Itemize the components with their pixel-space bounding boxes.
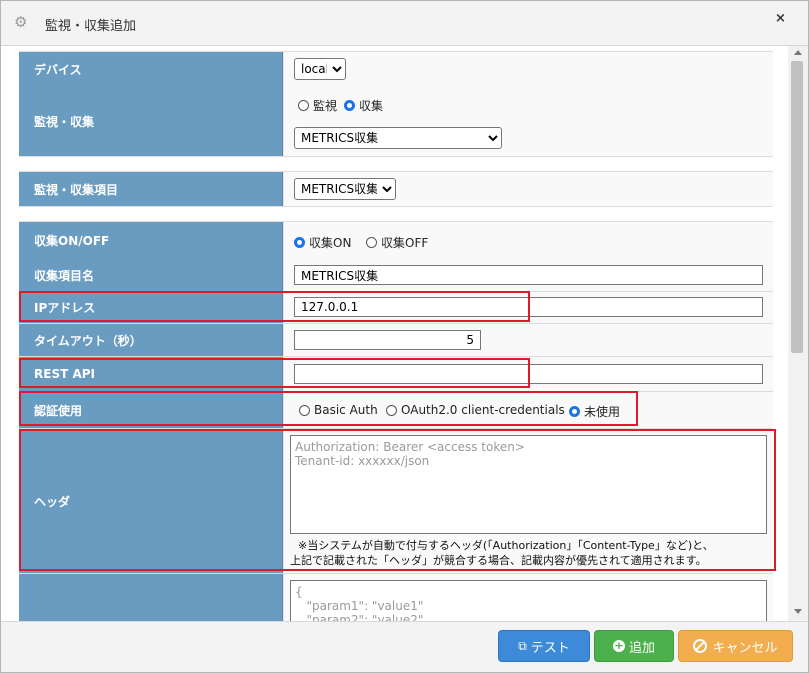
scrollbar-thumb[interactable]: [791, 61, 803, 353]
radio-no-auth-dot[interactable]: [569, 406, 580, 417]
radio-no-auth[interactable]: 未使用: [569, 403, 620, 420]
item-name-row: 収集項目名: [19, 259, 773, 292]
device-row: デバイス local: [19, 51, 773, 87]
ip-address-label: IPアドレス: [19, 292, 283, 323]
header-note-line2: 上記で記載された「ヘッダ」が競合する場合、記載内容が優先されて適用されます。: [290, 554, 707, 567]
ip-address-input[interactable]: [294, 297, 763, 317]
item-name-label: 収集項目名: [19, 259, 283, 291]
header-note-line1: ※当システムが自動で付与するヘッダ(「Authorization」「Conten…: [298, 539, 714, 552]
plus-circle-icon: +: [612, 639, 625, 652]
collect-type-select[interactable]: METRICS収集: [294, 127, 502, 149]
close-icon[interactable]: ×: [775, 11, 786, 26]
monitor-item-select[interactable]: METRICS収集: [294, 178, 396, 200]
radio-monitor-dot[interactable]: [298, 100, 309, 111]
device-select[interactable]: local: [294, 58, 346, 80]
radio-collect-on[interactable]: 収集ON: [294, 234, 351, 251]
scroll-down-icon[interactable]: [794, 609, 802, 614]
auth-label: 認証使用: [19, 392, 283, 428]
dialog: ⚙ 監視・収集追加 × デバイス local 監視・収集 監視 収集 METRI…: [0, 0, 809, 673]
gear-icon: ⚙: [14, 13, 28, 31]
radio-monitor[interactable]: 監視: [298, 97, 337, 114]
params-row: [19, 574, 773, 621]
radio-collect-off-dot[interactable]: [366, 237, 377, 248]
item-name-input[interactable]: [294, 265, 763, 285]
monitor-item-label: 監視・収集項目: [19, 172, 283, 206]
radio-basic-auth[interactable]: Basic Auth: [299, 403, 378, 417]
params-label: [19, 574, 283, 621]
radio-collect-dot[interactable]: [344, 100, 355, 111]
timeout-input[interactable]: [294, 330, 481, 350]
header-label: ヘッダ: [19, 429, 283, 573]
radio-oauth-dot[interactable]: [386, 404, 397, 416]
monitor-item-row: 監視・収集項目 METRICS収集: [19, 171, 773, 207]
cancel-button[interactable]: キャンセル: [678, 630, 793, 662]
radio-collect-off[interactable]: 収集OFF: [366, 234, 428, 251]
dialog-body: デバイス local 監視・収集 監視 収集 METRICS収集 監視・収集項目…: [1, 46, 788, 621]
ip-address-row: IPアドレス: [19, 292, 773, 324]
monitor-collect-label: 監視・収集: [19, 86, 283, 156]
radio-collect-on-dot[interactable]: [294, 237, 305, 248]
dialog-footer: ⧉ テスト + 追加 キャンセル: [1, 621, 808, 672]
vertical-scrollbar[interactable]: [788, 46, 808, 621]
add-button[interactable]: + 追加: [594, 630, 674, 662]
collect-onoff-label: 収集ON/OFF: [19, 222, 283, 259]
params-textarea[interactable]: [290, 580, 767, 621]
radio-oauth[interactable]: OAuth2.0 client-credentials: [386, 403, 565, 417]
timeout-label: タイムアウト（秒）: [19, 324, 283, 356]
radio-basic-auth-dot[interactable]: [299, 404, 310, 416]
auth-row: 認証使用 Basic Auth OAuth2.0 client-credenti…: [19, 392, 773, 429]
monitor-collect-row: 監視・収集 監視 収集 METRICS収集: [19, 86, 773, 157]
dialog-title: 監視・収集追加: [45, 19, 137, 34]
rest-api-row: REST API: [19, 357, 773, 392]
scroll-up-icon[interactable]: [794, 50, 802, 55]
timeout-row: タイムアウト（秒）: [19, 324, 773, 357]
header-textarea[interactable]: [290, 435, 767, 534]
collect-onoff-row: 収集ON/OFF 収集ON 収集OFF: [19, 221, 773, 260]
network-icon: ⧉: [518, 638, 527, 653]
test-button[interactable]: ⧉ テスト: [498, 630, 590, 662]
ban-icon: [693, 639, 708, 653]
dialog-titlebar: ⚙ 監視・収集追加 ×: [1, 1, 808, 46]
rest-api-label: REST API: [19, 357, 283, 391]
radio-collect[interactable]: 収集: [344, 97, 383, 114]
header-row: ヘッダ ※当システムが自動で付与するヘッダ(「Authorization」「Co…: [19, 429, 773, 574]
rest-api-input[interactable]: [294, 364, 763, 384]
device-label: デバイス: [19, 52, 283, 86]
